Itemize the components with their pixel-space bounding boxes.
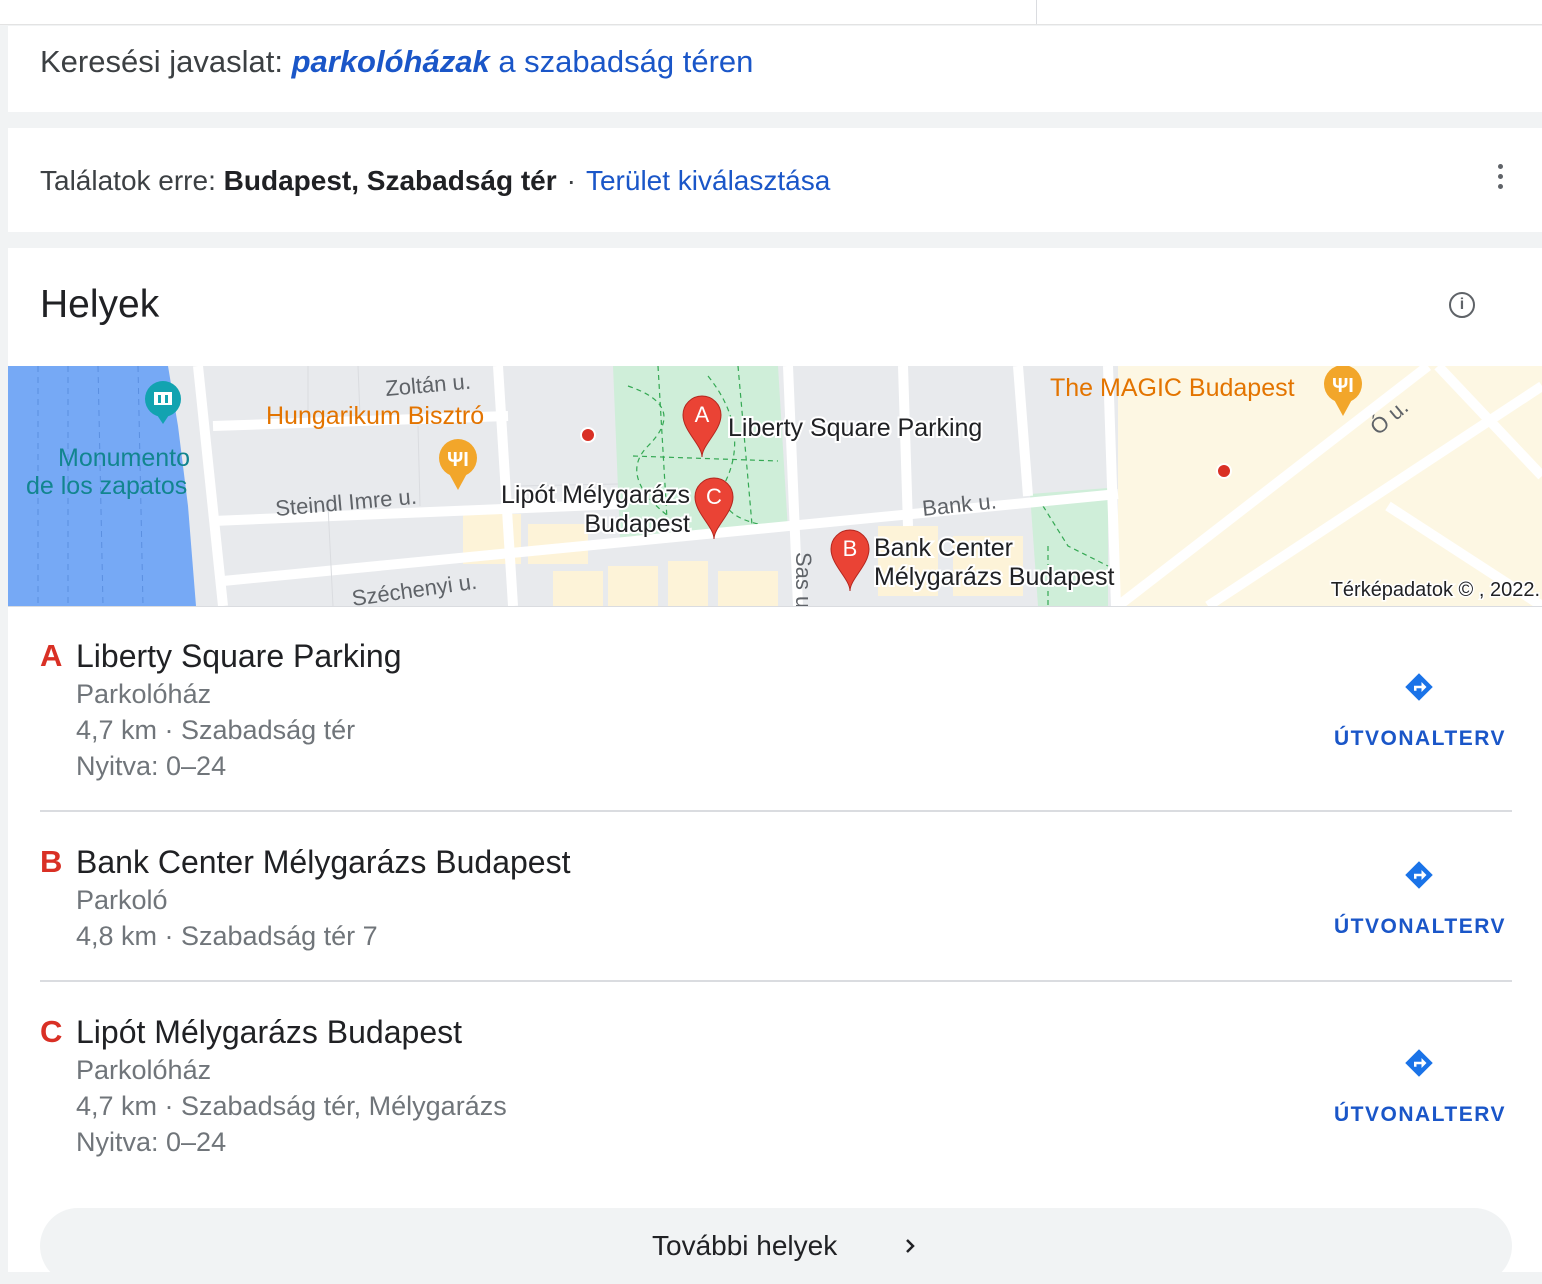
place-item-b[interactable]: B Bank Center Mélygarázs Budapest Parkol… (40, 842, 1512, 952)
directions-label: ÚTVONALTERV (1334, 915, 1507, 938)
directions-button[interactable]: ÚTVONALTERV (1334, 672, 1507, 751)
results-prefix: Találatok erre: (40, 165, 216, 196)
directions-label: ÚTVONALTERV (1334, 1103, 1507, 1126)
more-options-icon[interactable] (1488, 164, 1512, 196)
directions-button[interactable]: ÚTVONALTERV (1334, 1048, 1507, 1127)
place-name[interactable]: Bank Center Mélygarázs Budapest (76, 842, 570, 882)
place-letter: A (40, 638, 63, 673)
places-card: Helyek i Zoltán u. Steindl Imre u. Széch… (8, 248, 1542, 1284)
place-distance-address: 4,7 km · Szabadság tér (76, 715, 356, 745)
map-preview[interactable]: Zoltán u. Steindl Imre u. Széchenyi u. B… (8, 366, 1542, 607)
place-dot-icon (1216, 463, 1232, 479)
results-separator: · (566, 165, 576, 196)
place-hours: Nyitva: 0–24 (76, 751, 227, 781)
directions-icon (1405, 1049, 1433, 1077)
marker-letter: C (706, 484, 722, 509)
svg-text:ΨΙ: ΨΙ (1332, 375, 1354, 397)
poi-label: de los zapatos (26, 472, 187, 500)
directions-icon (1405, 673, 1433, 701)
place-type: Parkolóház (76, 679, 212, 709)
map-canvas: Zoltán u. Steindl Imre u. Széchenyi u. B… (8, 366, 1542, 606)
results-location-name: Budapest, Szabadság tér (223, 165, 557, 196)
select-area-link[interactable]: Terület kiválasztása (586, 165, 830, 196)
marker-letter: A (695, 402, 710, 427)
search-suggestion[interactable]: Keresési javaslat: parkolóházak a szabad… (40, 42, 753, 82)
chevron-right-icon (906, 1239, 915, 1253)
marker-label: Budapest (584, 510, 690, 538)
top-divider (1036, 0, 1037, 24)
directions-label: ÚTVONALTERV (1334, 727, 1507, 750)
poi-label: Monumento (58, 444, 190, 472)
place-distance-address: 4,8 km · Szabadság tér 7 (76, 921, 378, 951)
results-location-card: Találatok erre: Budapest, Szabadság tér ·… (8, 128, 1542, 232)
suggestion-rest[interactable]: a szabadság téren (498, 44, 753, 79)
marker-label: Bank Center (874, 534, 1013, 562)
place-hours: Nyitva: 0–24 (76, 1127, 227, 1157)
place-name[interactable]: Liberty Square Parking (76, 636, 402, 676)
top-strip (0, 0, 1542, 25)
results-location: Találatok erre: Budapest, Szabadság tér ·… (40, 162, 830, 200)
place-item-c[interactable]: C Lipót Mélygarázs Budapest Parkolóház 4… (40, 1012, 1512, 1162)
suggestion-prefix: Keresési javaslat: (40, 44, 283, 79)
search-suggestion-card: Keresési javaslat: parkolóházak a szabad… (8, 26, 1542, 112)
info-icon[interactable]: i (1449, 292, 1475, 318)
suggestion-term[interactable]: parkolóházak (292, 44, 490, 79)
place-name[interactable]: Lipót Mélygarázs Budapest (76, 1012, 462, 1052)
place-type: Parkoló (76, 885, 168, 915)
place-item-a[interactable]: A Liberty Square Parking Parkolóház 4,7 … (40, 636, 1512, 786)
marker-label: Lipót Mélygarázs (501, 481, 690, 509)
places-title: Helyek (40, 283, 160, 326)
map-attribution: Térképadatok © , 2022. (1331, 579, 1540, 601)
place-distance-address: 4,7 km · Szabadság tér, Mélygarázs (76, 1091, 507, 1121)
divider (40, 810, 1512, 812)
marker-label: Mélygarázs Budapest (874, 563, 1114, 591)
place-dot-icon (580, 427, 596, 443)
svg-text:ΨΙ: ΨΙ (447, 449, 469, 471)
poi-label: The MAGIC Budapest (1050, 374, 1295, 402)
marker-letter: B (843, 536, 858, 561)
more-places-button[interactable]: További helyek (40, 1208, 1512, 1284)
place-type: Parkolóház (76, 1055, 212, 1085)
directions-button[interactable]: ÚTVONALTERV (1334, 860, 1507, 939)
divider (40, 980, 1512, 982)
poi-label: Hungarikum Bisztró (266, 402, 484, 430)
directions-icon (1405, 861, 1433, 889)
place-letter: B (40, 844, 63, 879)
marker-label: Liberty Square Parking (728, 414, 982, 442)
more-places-label: További helyek (652, 1230, 838, 1261)
place-letter: C (40, 1014, 63, 1049)
street-label: Sas u (791, 552, 816, 606)
